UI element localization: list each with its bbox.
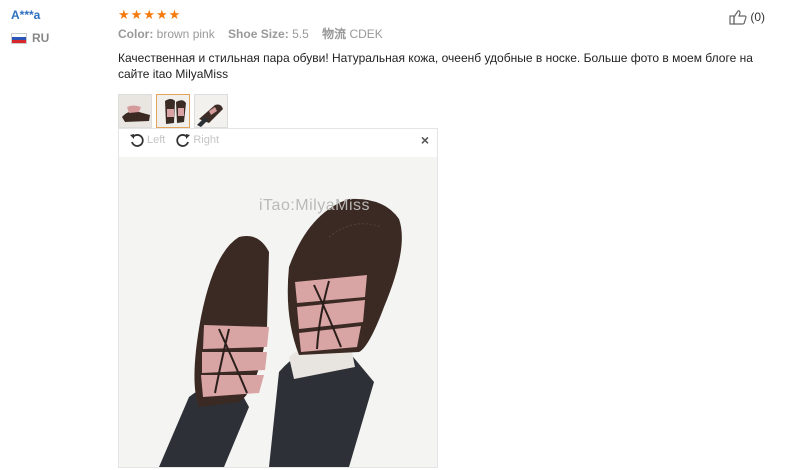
star-icon: ★ (143, 7, 155, 22)
review-text: Качественная и стильная пара обуви! Нату… (118, 51, 753, 81)
attr-size-key: Shoe Size: (228, 27, 289, 41)
star-icon: ★ (130, 7, 143, 22)
russia-flag-icon (11, 32, 27, 44)
order-attributes: Color: brown pink Shoe Size: 5.5 物流 CDEK (118, 25, 778, 42)
rotate-left-icon (130, 134, 144, 147)
review-body: ★ ★ ★ ★ ★ Color: brown pink Shoe Size: 5… (118, 8, 778, 468)
helpful-like-button[interactable]: (0) (729, 9, 765, 25)
photo-thumbnail[interactable] (194, 94, 228, 128)
star-rating: ★ ★ ★ ★ ★ (118, 8, 778, 21)
rotate-right-button[interactable]: Right (175, 132, 219, 148)
attr-shipping-value: CDEK (349, 27, 383, 41)
attr-color-key: Color: (118, 27, 154, 41)
reviewer-name: A***a (11, 8, 41, 22)
viewer-toolbar: Left Right × (119, 129, 437, 151)
attr-shipping-key: 物流 (322, 27, 347, 41)
close-viewer-button[interactable]: × (421, 132, 429, 148)
like-count: (0) (750, 10, 765, 24)
rotate-right-label: Right (193, 134, 220, 146)
photo-thumbnail-active[interactable] (156, 94, 190, 128)
rotate-left-label: Left (147, 134, 166, 146)
photo-thumbnail[interactable] (118, 94, 152, 128)
thumbs-up-icon (729, 10, 747, 25)
star-icon: ★ (155, 7, 168, 22)
review-photo: iTao:MilyaMiss (119, 157, 437, 467)
photo-watermark: iTao:MilyaMiss (259, 197, 371, 214)
rotate-right-icon (176, 134, 191, 147)
star-icon: ★ (118, 7, 130, 22)
country-code: RU (32, 31, 50, 45)
photo-thumbnails (118, 94, 228, 128)
reviewer-country: RU (11, 31, 101, 45)
photo-viewer: Left Right × iTao:MilyaMiss (118, 128, 438, 468)
attr-size-value: 5.5 (292, 27, 309, 41)
rotate-left-button[interactable]: Left (129, 132, 165, 148)
star-icon: ★ (168, 7, 181, 22)
reviewer-info: A***a RU (11, 8, 101, 45)
attr-color-value: brown pink (156, 27, 215, 41)
